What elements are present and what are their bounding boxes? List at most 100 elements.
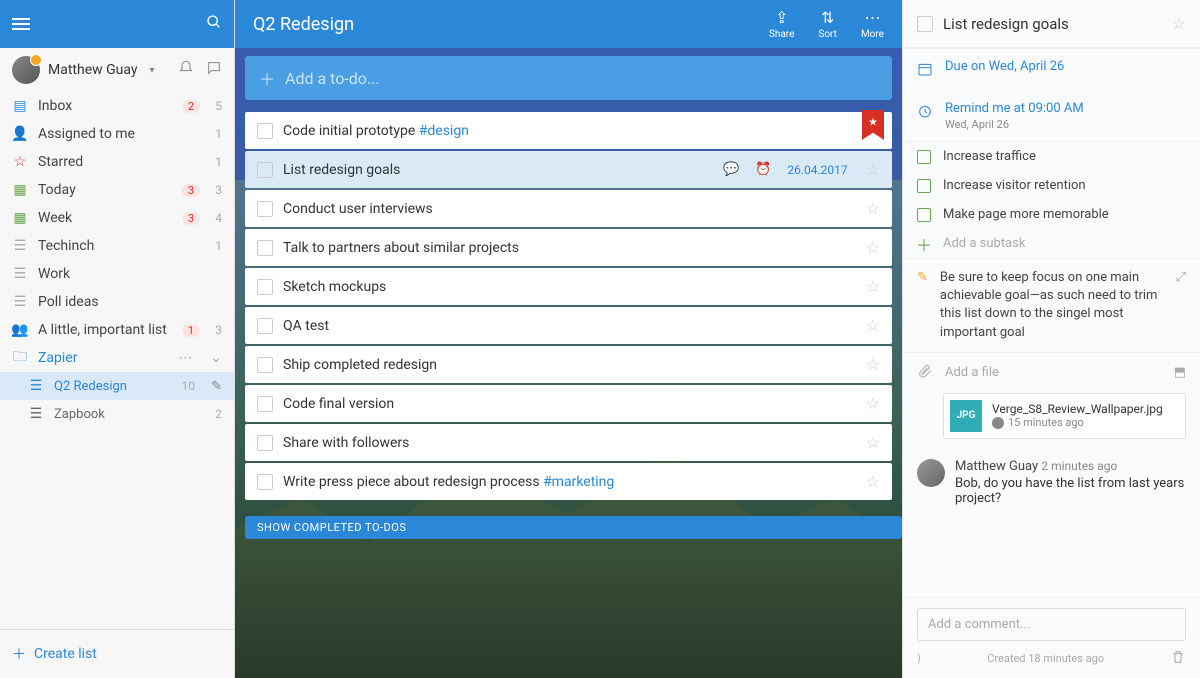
task-text: List redesign goals — [283, 162, 713, 178]
star-icon[interactable]: ☆ — [866, 199, 880, 218]
task-checkbox[interactable] — [257, 201, 273, 217]
comment-input[interactable]: Add a comment... — [917, 608, 1186, 641]
attachment-name: Verge_S8_Review_Wallpaper.jpg — [992, 402, 1163, 416]
task-row[interactable]: Code final version☆ — [245, 385, 892, 422]
add-subtask-button[interactable]: ＋ Add a subtask — [903, 229, 1200, 258]
plus-icon: ＋ — [259, 66, 275, 90]
dropbox-icon[interactable]: ⬒ — [1174, 365, 1186, 380]
sublist-zapbook[interactable]: ☰Zapbook2 — [0, 400, 234, 428]
subtask-checkbox[interactable] — [917, 150, 931, 164]
task-row[interactable]: Code initial prototype #design☆ — [245, 112, 892, 149]
task-checkbox[interactable] — [257, 474, 273, 490]
badge: 3 — [182, 184, 200, 197]
task-checkbox[interactable] — [257, 123, 273, 139]
reminder-row[interactable]: Remind me at 09:00 AM Wed, April 26 — [903, 91, 1200, 141]
sidebar-topbar — [0, 0, 234, 48]
subtask-list: Increase trafficeIncrease visitor retent… — [903, 141, 1200, 229]
sidebar-item-today[interactable]: ▦Today33 — [0, 176, 234, 204]
plus-icon: ＋ — [917, 237, 931, 251]
star-icon[interactable]: ☆ — [866, 472, 880, 491]
star-icon[interactable]: ☆ — [1172, 14, 1186, 33]
task-text: QA test — [283, 318, 856, 334]
share-button[interactable]: ⇪Share — [769, 8, 794, 40]
bell-icon[interactable] — [178, 60, 194, 80]
avatar — [917, 459, 945, 487]
task-checkbox[interactable] — [257, 435, 273, 451]
pencil-icon[interactable]: ✎ — [211, 379, 222, 394]
user-row[interactable]: Matthew Guay ▾ — [0, 48, 234, 92]
menu-icon[interactable] — [12, 15, 30, 33]
subtask-text: Make page more memorable — [943, 207, 1109, 222]
task-row[interactable]: Talk to partners about similar projects☆ — [245, 229, 892, 266]
add-file-row[interactable]: Add a file ⬒ — [903, 352, 1200, 393]
sidebar-item-work[interactable]: ☰Work — [0, 260, 234, 288]
nav-label: Work — [38, 266, 222, 282]
show-completed-button[interactable]: SHOW COMPLETED TO-DOS — [245, 516, 902, 539]
subtask[interactable]: Increase visitor retention — [903, 171, 1200, 200]
detail-title[interactable]: List redesign goals — [943, 15, 1162, 33]
plus-icon: ＋ — [12, 644, 26, 664]
count: 3 — [210, 183, 222, 197]
sidebar-item-inbox[interactable]: ▤Inbox25 — [0, 92, 234, 120]
attachment[interactable]: JPG Verge_S8_Review_Wallpaper.jpg 15 min… — [943, 393, 1186, 439]
sidebar-item-starred[interactable]: ☆Starred1 — [0, 148, 234, 176]
sidebar-item-assigned-to-me[interactable]: 👤Assigned to me1 — [0, 120, 234, 148]
add-todo-input[interactable]: ＋ Add a to-do... — [245, 56, 892, 100]
badge: 1 — [182, 324, 200, 337]
task-row[interactable]: Conduct user interviews☆ — [245, 190, 892, 227]
task-checkbox[interactable] — [257, 318, 273, 334]
note-row[interactable]: ✎ Be sure to keep focus on one main achi… — [903, 258, 1200, 352]
subtask[interactable]: Increase traffice — [903, 142, 1200, 171]
sidebar-item-poll-ideas[interactable]: ☰Poll ideas — [0, 288, 234, 316]
chat-icon[interactable] — [206, 60, 222, 80]
due-date-row[interactable]: Due on Wed, April 26 — [903, 48, 1200, 91]
sublist-q-redesign[interactable]: ☰Q2 Redesign10✎ — [0, 372, 234, 400]
star-icon[interactable]: ☆ — [866, 238, 880, 257]
task-checkbox[interactable] — [917, 16, 933, 32]
task-row[interactable]: QA test ☆ — [245, 307, 892, 344]
task-checkbox[interactable] — [257, 240, 273, 256]
star-icon[interactable]: ☆ — [866, 316, 880, 335]
chevron-down-icon[interactable]: ⌄ — [210, 350, 222, 366]
task-row[interactable]: Write press piece about redesign process… — [245, 463, 892, 500]
avatar — [12, 56, 40, 84]
task-row[interactable]: List redesign goals💬⏰26.04.2017☆ — [245, 151, 892, 188]
shared-icon: 👥 — [12, 322, 28, 338]
star-icon[interactable]: ☆ — [866, 277, 880, 296]
more-button[interactable]: ⋯More — [861, 8, 884, 40]
star-icon[interactable]: ☆ — [866, 433, 880, 452]
subtask[interactable]: Make page more memorable — [903, 200, 1200, 229]
sidebar-item-week[interactable]: ▦Week34 — [0, 204, 234, 232]
task-checkbox[interactable] — [257, 396, 273, 412]
collapse-icon[interactable]: ⟩ — [917, 652, 921, 665]
task-row[interactable]: Ship completed redesign☆ — [245, 346, 892, 383]
nav-list: ▤Inbox25👤Assigned to me1☆Starred1▦Today3… — [0, 92, 234, 629]
star-icon[interactable]: ☆ — [866, 355, 880, 374]
task-checkbox[interactable] — [257, 162, 273, 178]
more-icon[interactable]: ⋯ — [178, 350, 194, 366]
task-row[interactable]: Share with followers☆ — [245, 424, 892, 461]
task-checkbox[interactable] — [257, 357, 273, 373]
star-icon[interactable]: ☆ — [866, 394, 880, 413]
folder-zapier[interactable]: 🗀Zapier⋯⌄ — [0, 344, 234, 372]
sidebar-item-techinch[interactable]: ☰Techinch1 — [0, 232, 234, 260]
assigned-icon: 👤 — [12, 126, 28, 142]
task-checkbox[interactable] — [257, 279, 273, 295]
star-icon[interactable]: ☆ — [866, 160, 880, 179]
expand-icon[interactable]: ⤢ — [1176, 269, 1186, 342]
more-icon: ⋯ — [864, 8, 880, 27]
sort-button[interactable]: ⇅Sort — [818, 8, 837, 40]
nav-label: Week — [38, 210, 172, 226]
trash-icon[interactable] — [1170, 649, 1186, 668]
task-row[interactable]: Sketch mockups ☆ — [245, 268, 892, 305]
count: 2 — [210, 407, 222, 421]
create-list-button[interactable]: ＋ Create list — [0, 629, 234, 678]
list-title: Q2 Redesign — [253, 14, 354, 35]
subtask-checkbox[interactable] — [917, 208, 931, 222]
search-icon[interactable] — [206, 14, 222, 34]
subtask-checkbox[interactable] — [917, 179, 931, 193]
task-text: Sketch mockups — [283, 279, 856, 295]
sidebar-item-a-little-important-list[interactable]: 👥A little, important list13 — [0, 316, 234, 344]
count: 3 — [210, 323, 222, 337]
list-icon: ☰ — [28, 378, 44, 394]
